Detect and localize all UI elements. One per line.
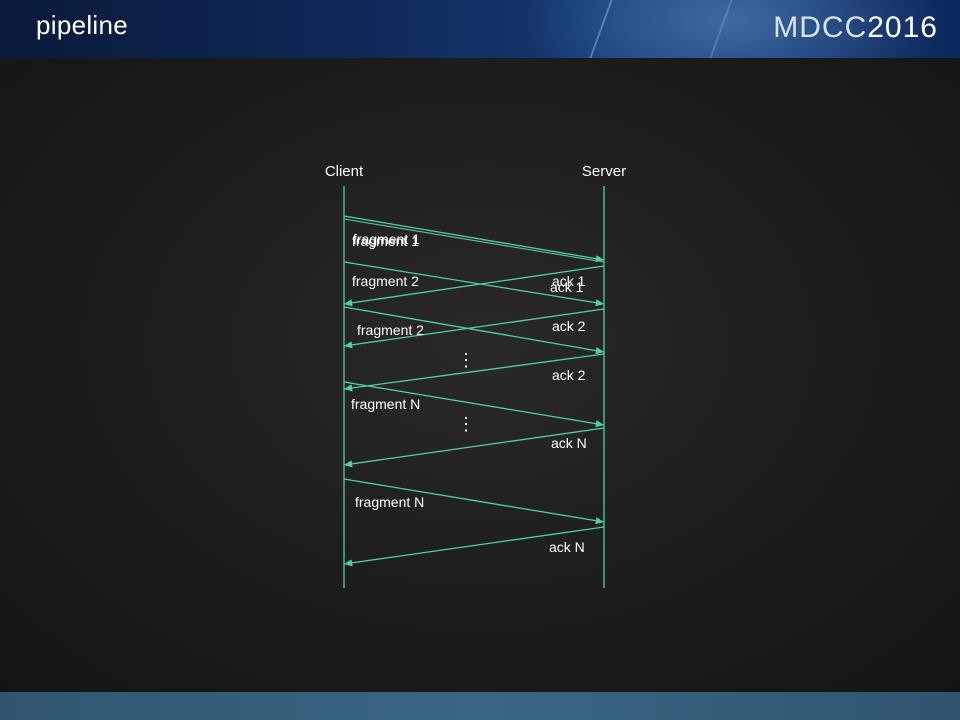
- fragment-2-label: fragment 2: [357, 322, 424, 338]
- sequence-diagram: Client Server fragment 1 fragment 1 ack …: [325, 163, 626, 588]
- fragment-1-label: fragment 1: [353, 231, 420, 247]
- ack-n-label: ack N: [549, 539, 585, 555]
- client-label: Client: [325, 163, 364, 180]
- ack-2-label: ack 2: [552, 318, 586, 334]
- ack-n-label: ack N: [551, 435, 587, 451]
- fragment-n-label: fragment N: [355, 494, 424, 510]
- ack-1-label: ack 1: [550, 279, 584, 295]
- slide-footer: [0, 692, 960, 720]
- fragment-2-label: fragment 2: [352, 273, 419, 289]
- fragment-n-label: fragment N: [351, 396, 420, 412]
- ellipsis-marker: ⋮: [457, 350, 475, 370]
- ack-2-label: ack 2: [552, 367, 586, 383]
- ellipsis-marker: ⋮: [457, 414, 475, 434]
- server-label: Server: [582, 163, 626, 180]
